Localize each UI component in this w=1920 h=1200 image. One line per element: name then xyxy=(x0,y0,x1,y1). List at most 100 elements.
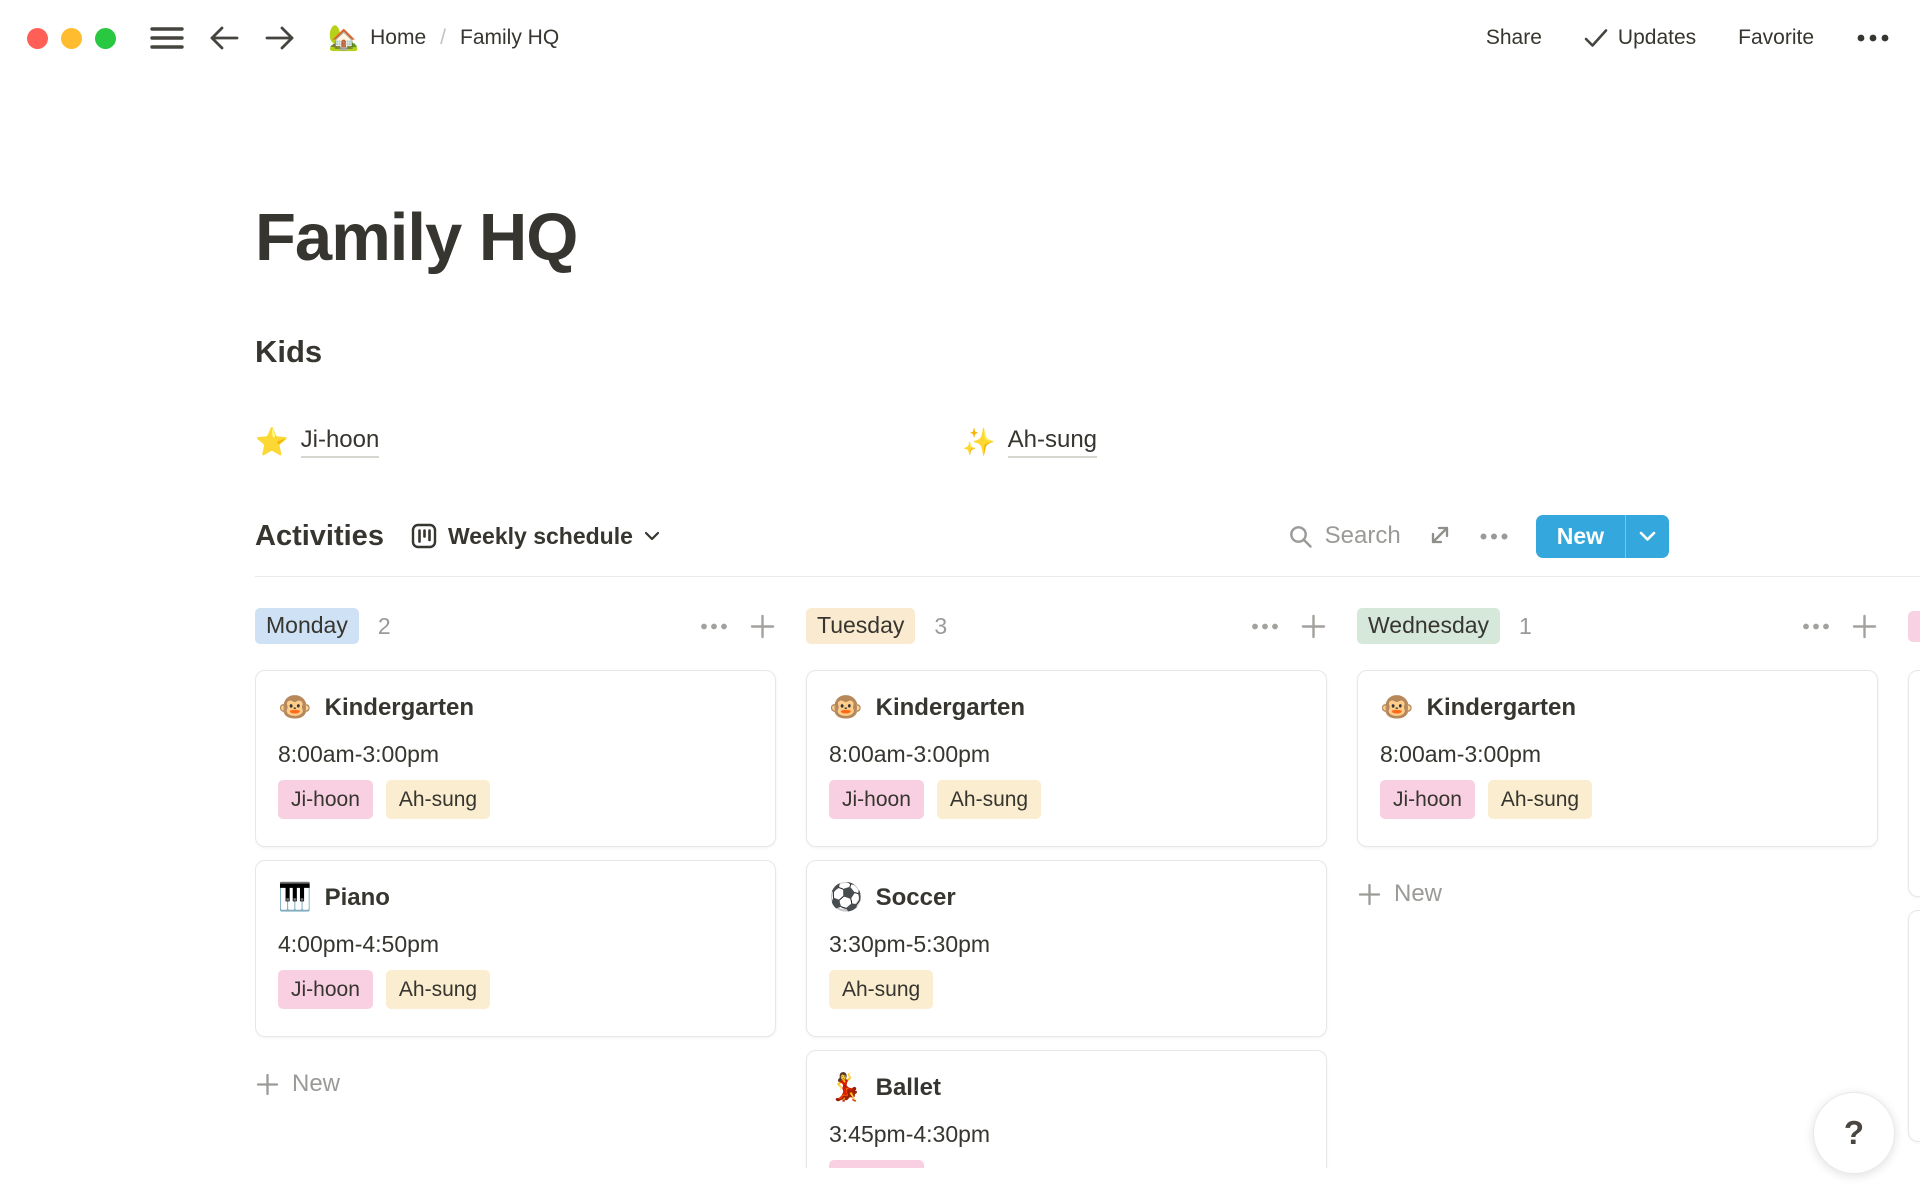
card-title: Soccer xyxy=(876,884,956,912)
minimize-window-button[interactable] xyxy=(61,28,82,49)
kid-tag: Ah-sung xyxy=(829,970,933,1009)
activity-card[interactable]: 🎹 Piano 4:00pm-4:50pm Ji-hoonAh-sung xyxy=(255,860,776,1037)
view-switcher[interactable]: Weekly schedule xyxy=(411,523,660,550)
column-add-card-button[interactable] xyxy=(1851,613,1878,640)
help-button[interactable]: ? xyxy=(1813,1092,1895,1174)
card-emoji: 🐵 xyxy=(1380,691,1414,723)
activity-card[interactable]: ⚽ Soccer 3:30pm-5:30pm Ah-sung xyxy=(806,860,1327,1037)
card-title-row: ⚽ Soccer xyxy=(829,881,1304,913)
search-icon xyxy=(1288,524,1313,549)
home-page-icon: 🏡 xyxy=(328,26,359,51)
card-tags: Ji-hoonAh-sung xyxy=(278,970,753,1009)
card-tags: Ji-hoon Ah-sung xyxy=(278,780,753,819)
card-title: Kindergarten xyxy=(325,694,474,722)
sidebar-menu-button[interactable] xyxy=(150,25,184,51)
arrow-right-icon xyxy=(264,24,296,52)
card-title: Ballet xyxy=(876,1074,941,1102)
updates-button[interactable]: Updates xyxy=(1584,26,1696,50)
column-name-pill[interactable]: Monday xyxy=(255,608,359,644)
column-cards: 🐵 Kindergarten 8:00am-3:00pm Ji-hoonAh-s… xyxy=(255,670,776,1037)
view-options-button[interactable] xyxy=(1479,529,1509,544)
activity-card[interactable]: 💃 Ballet 3:45pm-4:30pm Ji-hoon xyxy=(806,1050,1327,1168)
ellipsis-icon xyxy=(1802,622,1830,631)
close-window-button[interactable] xyxy=(27,28,48,49)
ellipsis-icon xyxy=(1856,33,1890,43)
card-title-row: 🐵 Kindergarten xyxy=(1380,691,1855,723)
card-emoji: 🐵 xyxy=(829,691,863,723)
new-record-dropdown-button[interactable] xyxy=(1626,515,1669,558)
new-record-button[interactable]: New xyxy=(1536,515,1626,558)
activity-card[interactable]: 🐵 Kindergarten 8:00am-3:00pm Ji-hoonAh-s… xyxy=(1357,670,1878,847)
card-tags: Ji-hoonAh-sung xyxy=(1380,780,1855,819)
column-count: 1 xyxy=(1519,613,1532,640)
checkmark-icon xyxy=(1584,28,1608,48)
column-header: Monday 2 xyxy=(255,608,776,644)
plus-icon xyxy=(749,613,776,640)
column-actions xyxy=(1251,613,1327,640)
board-divider xyxy=(255,576,1920,577)
kid-page-link[interactable]: ✨ Ah-sung xyxy=(962,426,1669,458)
kid-page-icon: ⭐ xyxy=(255,429,289,456)
plus-icon xyxy=(1851,613,1878,640)
plus-icon xyxy=(255,1072,280,1097)
activity-card[interactable] xyxy=(1908,910,1920,1142)
card-title: Piano xyxy=(325,884,390,912)
kid-links: ⭐ Ji-hoon ✨ Ah-sung xyxy=(255,426,1669,458)
zoom-window-button[interactable] xyxy=(95,28,116,49)
activity-card[interactable]: 🐵 Kindergarten 8:00am-3:00pm Ji-hoonAh-s… xyxy=(255,670,776,847)
ellipsis-icon xyxy=(1251,622,1279,631)
column-add-card-button[interactable] xyxy=(749,613,776,640)
topbar-actions: Share Updates Favorite xyxy=(1486,26,1890,50)
column-header xyxy=(1908,608,1920,644)
column-actions xyxy=(1802,613,1878,640)
share-button[interactable]: Share xyxy=(1486,26,1542,50)
ellipsis-icon xyxy=(700,622,728,631)
back-button[interactable] xyxy=(208,24,240,52)
column-options-button[interactable] xyxy=(1802,622,1830,631)
forward-button[interactable] xyxy=(264,24,296,52)
kid-tag: Ji-hoon xyxy=(278,780,373,819)
breadcrumb-current[interactable]: Family HQ xyxy=(460,26,559,50)
collection-actions: Search New xyxy=(1288,515,1669,558)
card-emoji: 🎹 xyxy=(278,881,312,913)
expand-view-button[interactable] xyxy=(1428,523,1452,550)
column-cards: 🐵 Kindergarten 8:00am-3:00pm Ji-hoonAh-s… xyxy=(806,670,1327,1168)
column-name-pill[interactable] xyxy=(1908,611,1920,642)
new-button-group: New xyxy=(1536,515,1669,558)
activity-card[interactable] xyxy=(1908,670,1920,897)
board-column: Monday 2 🐵 Kindergarten 8:00am-3:00pm xyxy=(255,608,776,1168)
column-options-button[interactable] xyxy=(700,622,728,631)
card-emoji: ⚽ xyxy=(829,881,863,913)
activity-card[interactable]: 🐵 Kindergarten 8:00am-3:00pm Ji-hoonAh-s… xyxy=(806,670,1327,847)
kid-tag: Ah-sung xyxy=(386,780,490,819)
more-options-button[interactable] xyxy=(1856,31,1890,46)
kid-page-icon: ✨ xyxy=(962,429,996,456)
kid-tag: Ah-sung xyxy=(386,970,490,1009)
search-button[interactable]: Search xyxy=(1288,522,1401,550)
ellipsis-icon xyxy=(1479,532,1509,541)
card-time: 8:00am-3:00pm xyxy=(1380,741,1855,768)
column-name-pill[interactable]: Wednesday xyxy=(1357,608,1500,644)
column-cards xyxy=(1908,670,1920,1142)
hamburger-icon xyxy=(150,25,184,51)
kid-tag: Ah-sung xyxy=(1488,780,1592,819)
favorite-button[interactable]: Favorite xyxy=(1738,26,1814,50)
column-header: Tuesday 3 xyxy=(806,608,1327,644)
chevron-down-icon xyxy=(644,531,660,541)
arrow-left-icon xyxy=(208,24,240,52)
breadcrumb-home[interactable]: Home xyxy=(370,26,426,50)
column-name-pill[interactable]: Tuesday xyxy=(806,608,915,644)
board-column: New xyxy=(1908,608,1920,1168)
new-card-button[interactable]: New xyxy=(255,1070,340,1098)
kid-page-link-label: Ah-sung xyxy=(1008,426,1097,458)
new-card-button[interactable]: New xyxy=(1357,880,1442,908)
kid-page-link[interactable]: ⭐ Ji-hoon xyxy=(255,426,962,458)
column-add-card-button[interactable] xyxy=(1300,613,1327,640)
card-title-row: 🎹 Piano xyxy=(278,881,753,913)
board-column: Tuesday 3 🐵 Kindergarten 8:00am-3:00p xyxy=(806,608,1327,1168)
plus-icon xyxy=(1300,613,1327,640)
page-content: Family HQ Kids ⭐ Ji-hoon ✨ Ah-sung Activ… xyxy=(0,198,1920,1168)
column-actions xyxy=(700,613,776,640)
kid-tag: Ji-hoon xyxy=(829,1160,924,1169)
column-options-button[interactable] xyxy=(1251,622,1279,631)
